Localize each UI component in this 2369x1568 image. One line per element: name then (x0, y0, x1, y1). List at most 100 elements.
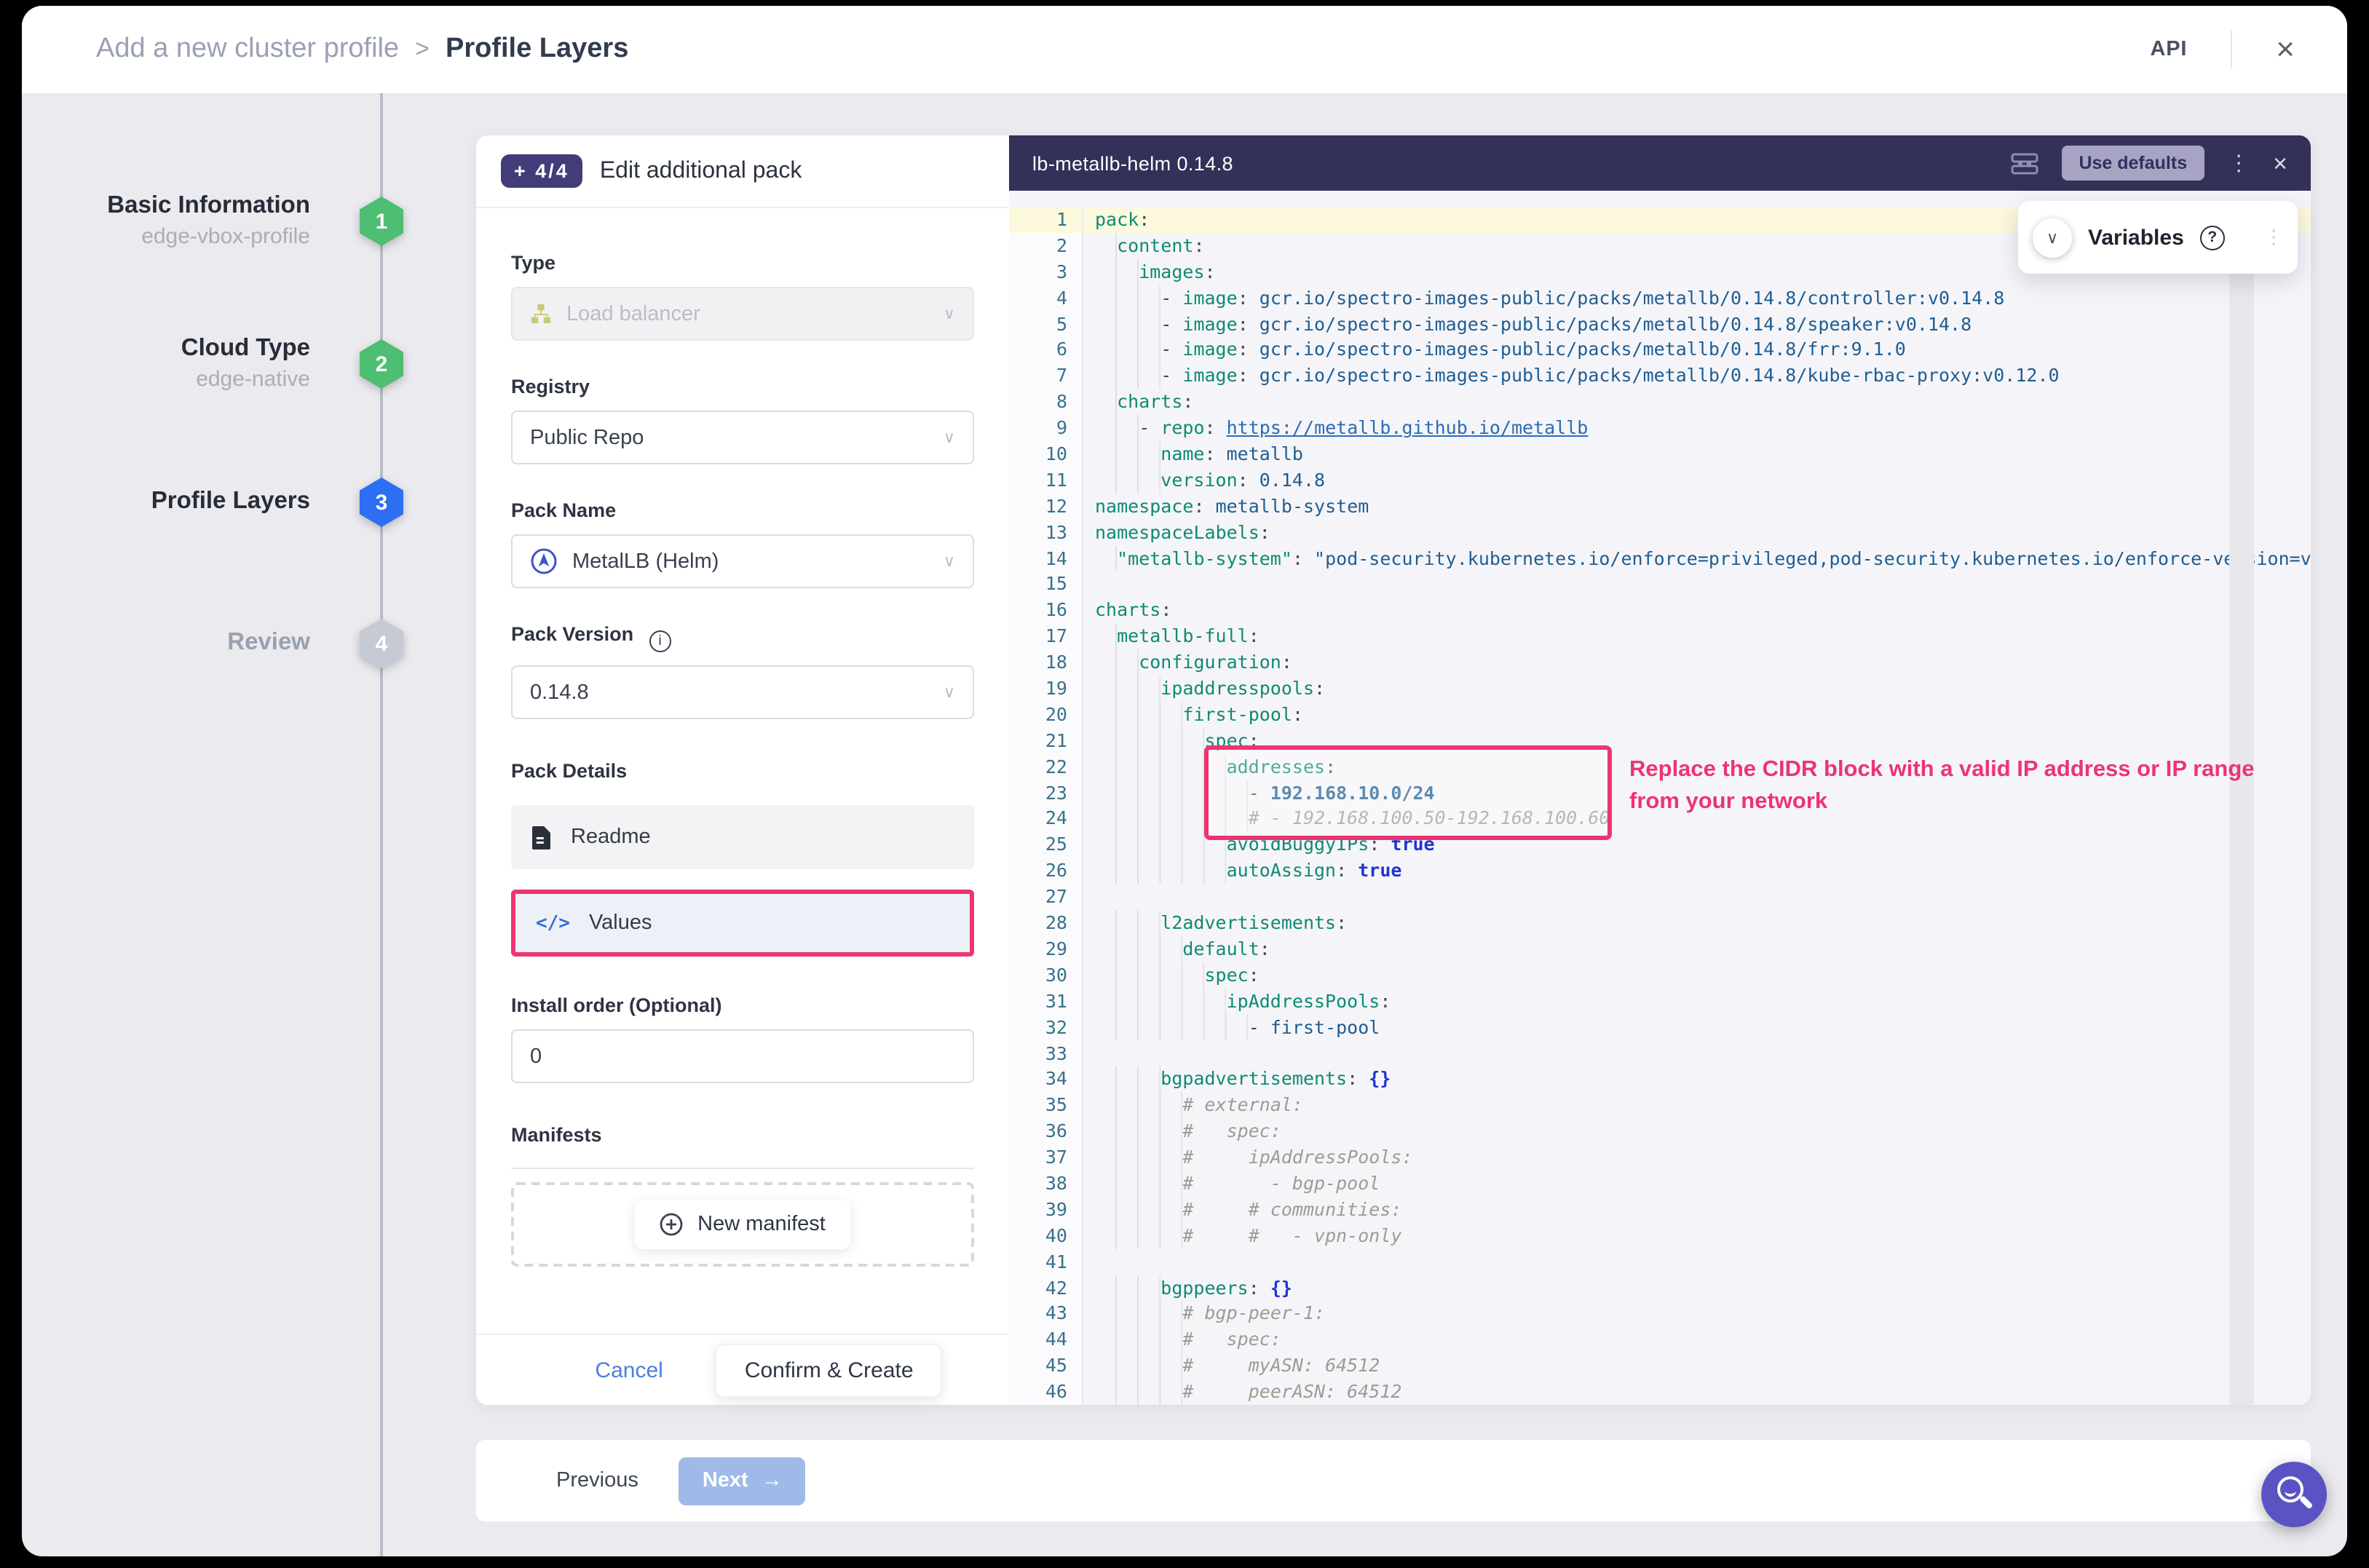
readme-tab[interactable]: Readme (511, 805, 974, 869)
install-order-value: 0 (530, 1045, 542, 1068)
breadcrumb-separator-icon: > (415, 35, 430, 64)
pack-version-select[interactable]: 0.14.8 ∨ (511, 665, 974, 719)
install-order-input[interactable]: 0 (511, 1029, 974, 1083)
plus-circle-icon (660, 1213, 683, 1236)
code-line: 13namespaceLabels: (1009, 519, 2311, 545)
pack-details-label: Pack Details (511, 760, 974, 782)
code-line: 43# bgp-peer-1: (1009, 1301, 2311, 1327)
chevron-down-icon: ∨ (944, 552, 955, 571)
variables-collapse-button[interactable]: ∨ (2033, 218, 2072, 257)
code-line: 29default: (1009, 936, 2311, 962)
editor-close-icon[interactable]: × (2273, 151, 2287, 175)
code-line: 33 (1009, 1040, 2311, 1066)
variables-more-icon[interactable]: ⋮ (2264, 226, 2283, 249)
pack-name-select[interactable]: MetalLB (Helm) ∨ (511, 534, 974, 588)
pack-form-body: Type Load balancer ∨ Registry Public Rep… (476, 252, 1009, 1267)
search-fab[interactable] (2261, 1462, 2327, 1527)
values-label: Values (589, 911, 652, 935)
editor-actions: Use defaults ⋮ × (2010, 146, 2287, 181)
wizard-step-badge[interactable]: 3 (360, 478, 403, 527)
variables-panel: ∨ Variables ? ⋮ (2018, 201, 2298, 274)
breadcrumb-parent[interactable]: Add a new cluster profile (96, 33, 399, 66)
use-defaults-button[interactable]: Use defaults (2061, 146, 2204, 181)
cidr-highlight-box (1204, 745, 1612, 840)
code-line: 16charts: (1009, 598, 2311, 624)
pack-count-badge: + 4/4 (501, 154, 582, 188)
code-line: 20first-pool: (1009, 702, 2311, 728)
code-line: 27 (1009, 884, 2311, 910)
registry-select[interactable]: Public Repo ∨ (511, 411, 974, 464)
code-line: 36# spec: (1009, 1118, 2311, 1144)
help-icon[interactable]: ? (2200, 225, 2225, 250)
code-line: 28l2advertisements: (1009, 910, 2311, 936)
manifest-dropzone: New manifest (511, 1182, 974, 1267)
code-line: 17metallb-full: (1009, 624, 2311, 650)
code-line: 40# # - vpn-only (1009, 1222, 2311, 1248)
vertical-scrollbar-track[interactable] (2229, 246, 2254, 1405)
metallb-logo-icon (530, 547, 558, 575)
editor-header: lb-metallb-helm 0.14.8 Use defaults ⋮ × (1009, 135, 2311, 191)
type-select[interactable]: Load balancer ∨ (511, 287, 974, 341)
code-line: 9- repo: https://metallb.github.io/metal… (1009, 415, 2311, 441)
wizard-step-badge[interactable]: 1 (360, 197, 403, 246)
next-button[interactable]: Next → (679, 1457, 806, 1505)
code-line: 44# spec: (1009, 1327, 2311, 1353)
wizard-footer-bar: Previous Next → (476, 1440, 2311, 1521)
pack-version-label: Pack Version i (511, 623, 974, 652)
pack-form-card: + 4/4 Edit additional pack Type Load bal… (476, 135, 1009, 1405)
pack-name-label: Pack Name (511, 499, 974, 521)
editor-title: lb-metallb-helm 0.14.8 (1032, 152, 1233, 174)
compare-diff-icon[interactable] (2010, 152, 2038, 174)
readme-file-icon (531, 825, 552, 850)
wizard-step-text: Cloud Typeedge-native (181, 333, 310, 395)
topbar-actions: API × (2151, 31, 2295, 68)
variables-label: Variables (2088, 225, 2184, 250)
code-values-icon: </> (536, 912, 570, 934)
code-line: 42bgppeers: {} (1009, 1275, 2311, 1301)
new-manifest-button[interactable]: New manifest (635, 1200, 850, 1249)
registry-value: Public Repo (530, 426, 644, 449)
cidr-annotation-text: Replace the CIDR block with a valid IP a… (1629, 754, 2255, 817)
code-line: 30spec: (1009, 962, 2311, 989)
topbar-divider (2231, 31, 2232, 68)
code-line: 37# ipAddressPools: (1009, 1144, 2311, 1171)
type-value: Load balancer (566, 302, 700, 325)
chevron-down-icon: ∨ (2046, 228, 2058, 247)
cancel-button[interactable]: Cancel (595, 1358, 663, 1382)
code-line: 19ipaddresspools: (1009, 676, 2311, 702)
pack-form-footer: Cancel Confirm & Create (476, 1334, 1009, 1405)
breadcrumb-current: Profile Layers (446, 33, 628, 66)
code-line: 39# # communities: (1009, 1197, 2311, 1223)
code-line: 10name: metallb (1009, 441, 2311, 467)
code-line: 18configuration: (1009, 649, 2311, 676)
wizard-step-text: Basic Informationedge-vbox-profile (107, 191, 310, 252)
code-line: 8charts: (1009, 389, 2311, 415)
top-header: Add a new cluster profile > Profile Laye… (22, 6, 2347, 93)
code-line: 45# myASN: 64512 (1009, 1353, 2311, 1379)
code-line: 35# external: (1009, 1093, 2311, 1119)
pack-version-value: 0.14.8 (530, 681, 589, 704)
install-order-label: Install order (Optional) (511, 994, 974, 1016)
values-tab[interactable]: </> Values (511, 890, 974, 957)
pack-name-value: MetalLB (Helm) (572, 550, 719, 573)
code-line: 26autoAssign: true (1009, 858, 2311, 884)
registry-label: Registry (511, 376, 974, 397)
manifests-label: Manifests (511, 1124, 974, 1146)
wizard-step-badge[interactable]: 4 (360, 619, 403, 668)
close-icon[interactable]: × (2276, 33, 2295, 66)
code-line: 14"metallb-system": "pod-security.kubern… (1009, 545, 2311, 571)
chevron-down-icon: ∨ (944, 304, 955, 323)
previous-button[interactable]: Previous (556, 1469, 638, 1492)
confirm-create-button[interactable]: Confirm & Create (716, 1343, 943, 1397)
code-line: 31ipAddressPools: (1009, 988, 2311, 1014)
breadcrumb: Add a new cluster profile > Profile Laye… (96, 33, 628, 66)
load-balancer-icon (530, 303, 552, 325)
next-label: Next (703, 1469, 748, 1492)
api-link[interactable]: API (2151, 38, 2188, 61)
info-icon[interactable]: i (649, 630, 671, 652)
more-vertical-icon[interactable]: ⋮ (2228, 150, 2250, 176)
wizard-step-badge[interactable]: 2 (360, 339, 403, 389)
code-line: 5- image: gcr.io/spectro-images-public/p… (1009, 311, 2311, 337)
app-window: Add a new cluster profile > Profile Laye… (22, 6, 2347, 1556)
code-line: 12namespace: metallb-system (1009, 494, 2311, 520)
